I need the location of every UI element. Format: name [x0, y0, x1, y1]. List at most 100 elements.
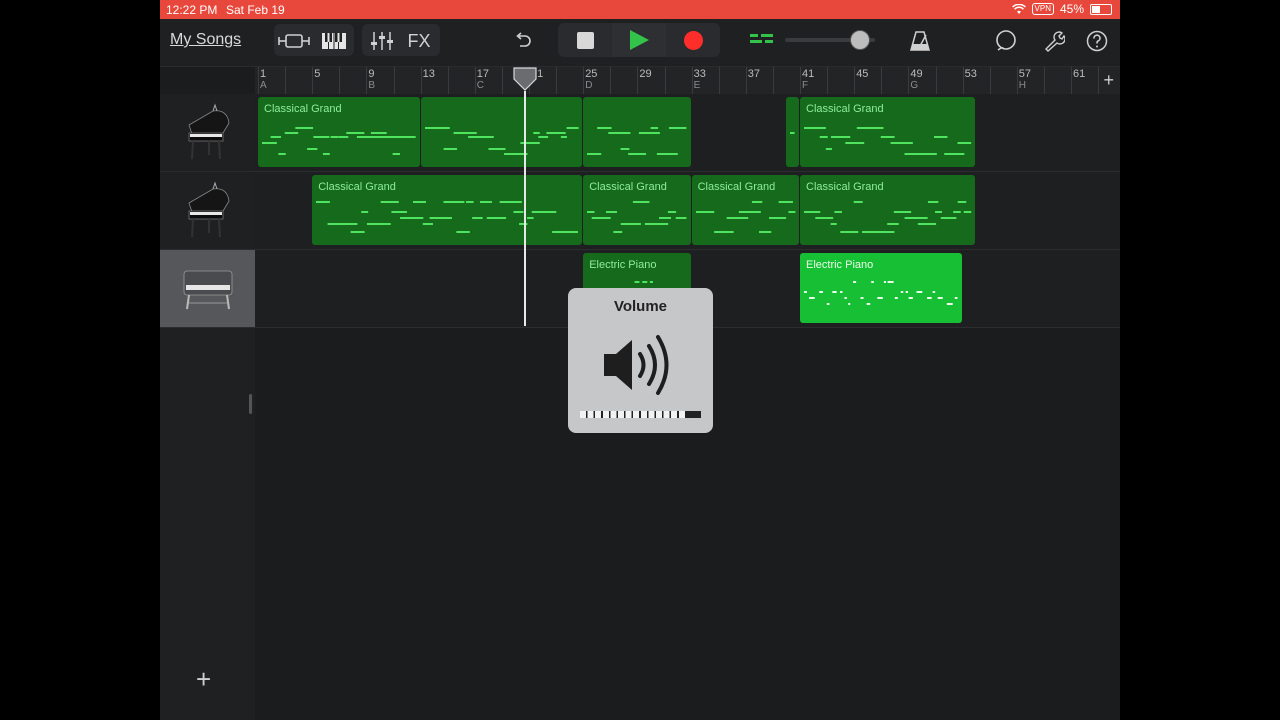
midi-note — [560, 136, 567, 138]
status-bar: 12:22 PM Sat Feb 19 VPN 45% — [160, 0, 1120, 19]
midi-notes — [790, 132, 795, 134]
midi-note — [883, 281, 886, 283]
region[interactable]: Classical Grand — [691, 175, 799, 245]
add-section-button[interactable]: + — [1103, 70, 1114, 91]
ruler-tick — [1071, 67, 1072, 94]
region-label: Classical Grand — [264, 103, 342, 115]
ruler-bar-number: 29 — [639, 68, 652, 80]
ruler-tick — [691, 67, 693, 94]
ruler-tick — [474, 67, 476, 94]
ruler-tick — [1043, 67, 1045, 94]
region[interactable]: Classical Grand — [312, 175, 583, 245]
midi-note — [456, 231, 471, 233]
ruler-tick — [393, 67, 395, 94]
ruler-bar-number: 41 — [802, 68, 815, 80]
region[interactable] — [786, 97, 799, 167]
region[interactable] — [420, 97, 583, 167]
midi-note — [937, 297, 943, 299]
region[interactable]: Classical Grand — [800, 175, 976, 245]
playhead-handle[interactable] — [512, 67, 538, 91]
my-songs-button[interactable]: My Songs — [170, 31, 241, 49]
undo-button[interactable] — [508, 25, 538, 57]
midi-note — [541, 211, 557, 213]
ruler-tick — [1098, 67, 1100, 94]
midi-note — [422, 223, 434, 225]
midi-note — [819, 136, 828, 138]
midi-note — [894, 297, 898, 299]
header-resize-handle[interactable] — [249, 394, 252, 414]
track-header-2[interactable] — [160, 172, 255, 250]
midi-note — [620, 148, 630, 150]
ruler-tick — [989, 67, 991, 94]
midi-note — [519, 142, 540, 144]
midi-note — [499, 201, 523, 203]
midi-note — [634, 281, 640, 283]
region[interactable]: Classical Grand — [583, 175, 691, 245]
ruler-tick — [556, 67, 558, 94]
timeline-ruler[interactable]: + 1 5 9 13 17 21 25 29 33 37 41 45 49 53 57 61 A B C D E F G H — [255, 67, 1120, 95]
midi-note — [790, 132, 795, 134]
track-header-3[interactable] — [160, 250, 255, 328]
ruler-bar-number: 5 — [314, 68, 321, 80]
ruler-tick — [772, 67, 774, 94]
midi-note — [957, 142, 972, 144]
midi-note — [917, 223, 937, 225]
midi-note — [270, 136, 282, 138]
midi-note — [908, 297, 913, 299]
metronome-button[interactable] — [904, 25, 936, 57]
control-bar: My Songs FX — [160, 19, 1120, 67]
midi-note — [933, 136, 948, 138]
track-header-1[interactable] — [160, 94, 255, 172]
midi-note — [675, 217, 687, 219]
midi-note — [788, 211, 795, 213]
fx-button[interactable]: FX — [400, 25, 438, 57]
region[interactable] — [583, 97, 691, 167]
master-volume-knob[interactable] — [850, 30, 870, 50]
metronome-icon — [910, 31, 930, 51]
region-label: Classical Grand — [318, 181, 396, 193]
settings-button[interactable] — [1038, 25, 1070, 57]
wifi-icon — [1011, 3, 1026, 14]
mixer-button[interactable] — [364, 25, 400, 57]
midi-note — [657, 153, 679, 155]
midi-note — [429, 217, 453, 219]
midi-note — [262, 142, 277, 144]
midi-note — [532, 132, 540, 134]
midi-note — [678, 127, 687, 129]
ruler-bar-number: 49 — [910, 68, 923, 80]
midi-note — [410, 136, 416, 138]
midi-note — [566, 127, 579, 129]
midi-note — [844, 297, 847, 299]
add-track-button[interactable]: + — [196, 664, 211, 695]
midi-note — [808, 127, 826, 129]
midi-note — [900, 291, 904, 293]
midi-note — [830, 223, 837, 225]
record-button[interactable] — [666, 23, 720, 57]
midi-note — [338, 223, 358, 225]
keyboard-button[interactable] — [316, 25, 352, 57]
midi-note — [380, 201, 400, 203]
midi-note — [391, 211, 408, 213]
midi-note — [904, 217, 928, 219]
ruler-tick — [664, 67, 666, 94]
region[interactable]: Classical Grand — [258, 97, 420, 167]
browser-button[interactable] — [276, 25, 312, 57]
midi-notes — [424, 127, 579, 155]
midi-note — [597, 127, 612, 129]
undo-icon — [516, 32, 531, 47]
loop-browser-button[interactable] — [990, 25, 1022, 57]
midi-note — [804, 211, 821, 213]
region[interactable]: Classical Grand — [800, 97, 976, 167]
ruler-tick — [285, 67, 287, 94]
play-button[interactable] — [612, 23, 666, 57]
midi-note — [479, 136, 494, 138]
midi-note — [642, 281, 648, 283]
midi-note — [845, 142, 865, 144]
midi-note — [513, 211, 524, 213]
midi-note — [890, 142, 913, 144]
region[interactable]: Electric Piano — [800, 253, 962, 323]
midi-note — [295, 127, 314, 129]
stop-button[interactable] — [558, 23, 612, 57]
midi-note — [927, 201, 939, 203]
help-button[interactable] — [1082, 25, 1112, 57]
